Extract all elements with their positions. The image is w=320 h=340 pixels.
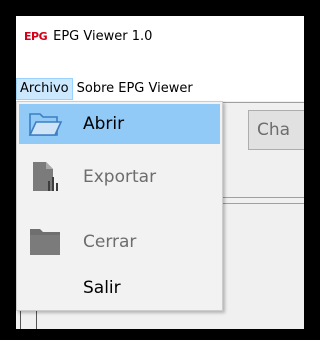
menubar: Archivo Sobre EPG Viewer <box>16 77 304 101</box>
menu-item-salir[interactable]: Salir <box>19 268 220 308</box>
menu-item-salir-label: Salir <box>83 278 121 298</box>
window-title: EPG Viewer 1.0 <box>53 28 153 44</box>
toolbar-button-label: Cha <box>257 120 291 140</box>
menu-sobre-epg-viewer[interactable]: Sobre EPG Viewer <box>73 78 197 100</box>
title-bar: EPG EPG Viewer 1.0 <box>16 16 304 56</box>
menu-item-exportar-label: Exportar <box>83 167 157 187</box>
toolbar-button-partial[interactable]: Cha <box>248 110 304 150</box>
menu-item-cerrar[interactable]: Cerrar <box>19 222 220 262</box>
file-menu-dropdown: Abrir Exportar Cerrar Salir <box>16 101 223 311</box>
menu-item-exportar[interactable]: Exportar <box>19 157 220 197</box>
export-document-icon <box>33 162 58 191</box>
menu-archivo[interactable]: Archivo <box>16 78 73 100</box>
menu-item-abrir[interactable]: Abrir <box>19 104 220 144</box>
folder-open-icon <box>28 113 63 136</box>
menu-item-cerrar-label: Cerrar <box>83 232 137 252</box>
menu-item-abrir-label: Abrir <box>83 114 125 134</box>
folder-closed-icon <box>30 229 60 255</box>
app-logo-icon: EPG <box>24 29 48 43</box>
